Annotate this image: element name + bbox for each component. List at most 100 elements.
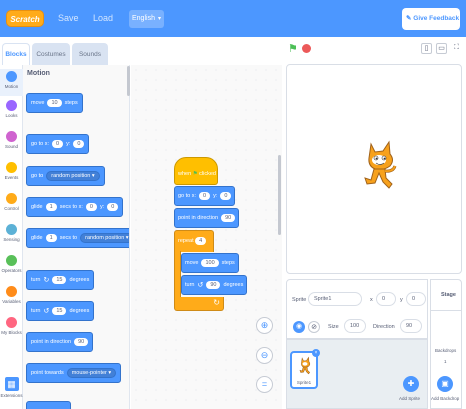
degrees-input[interactable]: 15 — [52, 307, 67, 315]
degrees-input[interactable]: 15 — [52, 276, 67, 284]
scripts-scrollbar[interactable] — [278, 155, 281, 235]
sprite-name-input[interactable]: Sprite1 — [308, 292, 362, 306]
target-dropdown[interactable]: random position ▾ — [46, 171, 100, 181]
zoom-in-button[interactable]: ⊕ — [256, 317, 273, 334]
secs-input[interactable]: 1 — [45, 234, 57, 242]
stop-button[interactable] — [302, 44, 311, 53]
eye-icon: ◉ — [295, 323, 303, 330]
x-input[interactable]: 0 — [199, 192, 211, 200]
category-label: Variables — [2, 299, 21, 304]
go-to-xy-block[interactable]: go to x: 0 y: 0 — [26, 134, 90, 154]
normal-stage-button[interactable]: ▭ — [436, 43, 447, 54]
category-events[interactable]: Events — [0, 162, 23, 180]
sound-dot-icon — [6, 131, 17, 142]
scratch-logo[interactable]: Scratch — [6, 10, 44, 27]
sprite-thumbnail[interactable]: × Sprite1 — [290, 349, 320, 389]
block-text: repeat — [178, 238, 194, 244]
category-menu: Motion Looks Sound Events Control Sensin… — [0, 65, 23, 409]
add-sprite-button[interactable]: ✚ — [403, 376, 419, 392]
script-move-steps-block[interactable]: move 100 steps — [181, 253, 239, 273]
block-text: secs to x: — [59, 204, 83, 210]
script-point-direction-block[interactable]: point in direction 90 — [174, 208, 240, 228]
repeat-block-arm — [174, 251, 181, 299]
direction-input[interactable]: 90 — [400, 319, 422, 333]
save-menu[interactable]: Save — [58, 13, 79, 23]
language-select[interactable]: English ▾ — [129, 10, 164, 28]
block-text: go to x: — [31, 141, 50, 147]
turn-right-block[interactable]: turn ↻ 15 degrees — [26, 270, 95, 290]
small-stage-button[interactable]: ▯ — [421, 43, 432, 54]
green-flag-button[interactable]: ⚑ — [288, 42, 298, 55]
degrees-input[interactable]: 90 — [206, 281, 221, 289]
when-flag-clicked-block[interactable]: when ⚑ clicked — [174, 157, 218, 185]
target-dropdown[interactable]: random position ▾ — [80, 233, 129, 243]
y-input[interactable]: 0 — [107, 203, 119, 211]
loop-arrow-icon: ↻ — [213, 298, 220, 307]
tab-blocks[interactable]: Blocks — [2, 43, 30, 65]
fullscreen-button[interactable]: ⛶ — [451, 43, 462, 54]
secs-input[interactable]: 1 — [45, 203, 57, 211]
cat-sprite[interactable] — [359, 138, 399, 194]
rotate-left-icon: ↺ — [43, 308, 50, 315]
rotate-right-icon: ↻ — [43, 277, 50, 284]
repeat-block[interactable]: repeat 4 — [174, 230, 214, 252]
category-operators[interactable]: Operators — [0, 255, 23, 273]
point-in-direction-block[interactable]: point in direction 90 — [26, 332, 94, 352]
script-go-to-xy-block[interactable]: go to x: 0 y: 0 — [174, 186, 236, 206]
x-input[interactable]: 0 — [376, 292, 396, 306]
zoom-out-icon: ⊖ — [260, 350, 269, 360]
script-turn-block[interactable]: turn ↺ 90 degrees — [181, 275, 248, 295]
image-add-icon: ▣ — [441, 379, 449, 388]
x-input[interactable]: 0 — [52, 140, 64, 148]
glide-to-block[interactable]: glide 1 secs to random position ▾ — [26, 228, 129, 248]
motion-dot-icon — [6, 71, 17, 82]
direction-input[interactable]: 90 — [74, 338, 89, 346]
move-steps-block[interactable]: move 10 steps — [26, 93, 83, 113]
category-motion[interactable]: Motion — [0, 69, 23, 96]
size-label: Size — [328, 324, 339, 330]
tab-costumes[interactable]: Costumes — [32, 43, 70, 65]
edit-icon: ✎ — [406, 15, 412, 22]
y-input[interactable]: 0 — [220, 192, 232, 200]
go-to-block[interactable]: go to random position ▾ — [26, 166, 105, 186]
category-sensing[interactable]: Sensing — [0, 224, 23, 242]
sprite-thumb-name: Sprite1 — [296, 380, 312, 385]
tab-sounds[interactable]: Sounds — [72, 43, 108, 65]
repeat-count-input[interactable]: 4 — [195, 237, 207, 245]
category-sound[interactable]: Sound — [0, 131, 23, 149]
stage-canvas[interactable] — [286, 64, 462, 274]
category-my-blocks[interactable]: My Blocks — [0, 317, 23, 335]
category-variables[interactable]: Variables — [0, 286, 23, 304]
size-input[interactable]: 100 — [344, 319, 366, 333]
add-backdrop-button[interactable]: ▣ — [437, 376, 453, 392]
block-text: turn — [185, 282, 195, 288]
delete-icon[interactable]: × — [312, 349, 320, 357]
zoom-reset-button[interactable]: = — [256, 376, 273, 393]
block-text: steps — [64, 100, 78, 106]
steps-input[interactable]: 10 — [47, 99, 62, 107]
category-looks[interactable]: Looks — [0, 100, 23, 118]
direction-input[interactable]: 90 — [221, 214, 236, 222]
block-palette: Motion move 10 steps go to x: 0 y: 0 go … — [23, 65, 130, 409]
divider — [431, 310, 461, 311]
y-input[interactable]: 0 — [73, 140, 85, 148]
hide-sprite-button[interactable]: ⊘ — [308, 321, 320, 333]
y-input[interactable]: 0 — [406, 292, 426, 306]
palette-scrollbar[interactable] — [127, 66, 130, 96]
turn-left-block[interactable]: turn ↺ 15 degrees — [26, 301, 95, 321]
glide-xy-block[interactable]: glide 1 secs to x: 0 y: 0 — [26, 197, 124, 217]
towards-dropdown[interactable]: mouse-pointer ▾ — [66, 368, 117, 378]
load-menu[interactable]: Load — [93, 13, 113, 23]
steps-input[interactable]: 100 — [201, 259, 219, 267]
language-label: English — [132, 15, 155, 22]
cat-add-icon: ✚ — [407, 379, 415, 388]
partial-block[interactable] — [26, 401, 71, 409]
show-sprite-button[interactable]: ◉ — [293, 321, 305, 333]
give-feedback-button[interactable]: ✎ Give Feedback — [402, 8, 460, 30]
x-input[interactable]: 0 — [85, 203, 97, 211]
zoom-out-button[interactable]: ⊖ — [256, 347, 273, 364]
category-label: Control — [4, 206, 19, 211]
category-control[interactable]: Control — [0, 193, 23, 211]
extensions-button[interactable]: ▦ Extensions — [0, 377, 23, 398]
point-towards-block[interactable]: point towards mouse-pointer ▾ — [26, 363, 122, 383]
